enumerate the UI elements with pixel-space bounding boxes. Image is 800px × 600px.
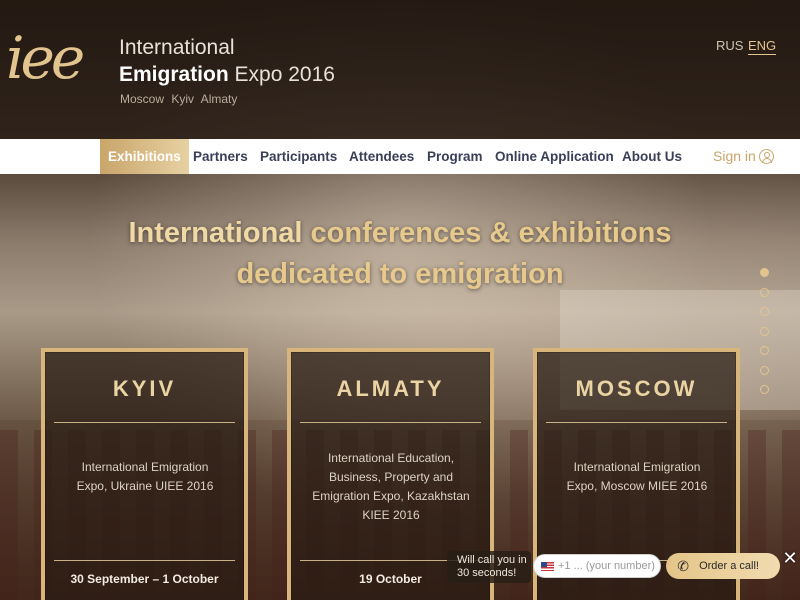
lang-switch-eng[interactable]: ENG [748,38,777,55]
card-description: International Education, Business, Prope… [312,451,470,522]
nav-item-online-application[interactable]: Online Application [495,139,614,174]
sign-in-label: Sign in [713,148,756,164]
sign-in-link[interactable]: Sign in [713,139,774,174]
slider-dot[interactable] [760,326,769,336]
hero-headline-rest: conferences & exhibitions [302,217,672,249]
slider-dot[interactable] [760,346,769,355]
order-call-label: Order a call! [699,560,759,572]
card-divider [546,422,727,423]
site-logo[interactable]: iee [6,28,106,88]
slider-dot[interactable] [760,385,769,394]
card-divider [54,560,235,561]
hero-headline-line2: dedicated to emigration [236,258,564,290]
brand-cities: Moscow Kyiv Almaty [120,92,238,106]
nav-item-participants[interactable]: Participants [260,139,337,174]
slider-dot[interactable] [760,287,769,297]
phone-number-input[interactable]: +1 ... (your number) [533,554,661,578]
card-divider [54,422,235,423]
expo-card-kyiv[interactable]: KYIV International Emigration Expo, Ukra… [41,348,248,600]
nav-item-program[interactable]: Program [427,139,483,174]
nav-item-about-us[interactable]: About Us [622,139,682,174]
hero-headline-line1: International conferences & exhibitions [0,213,800,254]
card-city-title: ALMATY [336,376,445,401]
close-icon[interactable]: ✕ [781,549,799,567]
callback-prompt: Will call you in 30 seconds! [447,551,531,583]
slider-dot[interactable] [760,268,769,277]
brand-title-line1: International [119,36,235,59]
site-header: iee International Emigration Expo 2016 M… [0,0,800,139]
brand-title-emphasis: Emigration [119,63,229,86]
order-call-button[interactable]: ✆ Order a call! [666,553,780,579]
slider-dots [760,268,769,405]
main-nav: Exhibitions Partners Participants Attend… [0,139,800,174]
card-description: International Emigration Expo, Ukraine U… [76,460,214,493]
hero-headline: International conferences & exhibitions … [0,213,800,295]
phone-number-placeholder: +1 ... (your number) [558,560,655,572]
callback-widget: Will call you in 30 seconds! +1 ... (you… [447,549,800,585]
card-divider [300,422,481,423]
card-city-title: MOSCOW [575,376,698,401]
card-city-title: KYIV [112,376,177,401]
nav-item-partners[interactable]: Partners [193,139,248,174]
brand-title-line2: Emigration Expo 2016 [119,63,335,87]
brand-title-rest: Expo 2016 [228,63,335,86]
card-description: International Emigration Expo, Moscow MI… [566,460,708,493]
nav-item-attendees[interactable]: Attendees [349,139,414,174]
card-date: 30 September – 1 October [70,572,219,586]
us-flag-icon[interactable] [541,562,554,571]
lang-switch-rus[interactable]: RUS [716,38,743,53]
slider-dot[interactable] [760,307,769,316]
hero-headline-strong: International [128,217,303,249]
nav-item-exhibitions[interactable]: Exhibitions [100,139,189,174]
user-icon [758,149,774,164]
slider-dot[interactable] [760,365,769,375]
phone-icon: ✆ [677,558,689,574]
